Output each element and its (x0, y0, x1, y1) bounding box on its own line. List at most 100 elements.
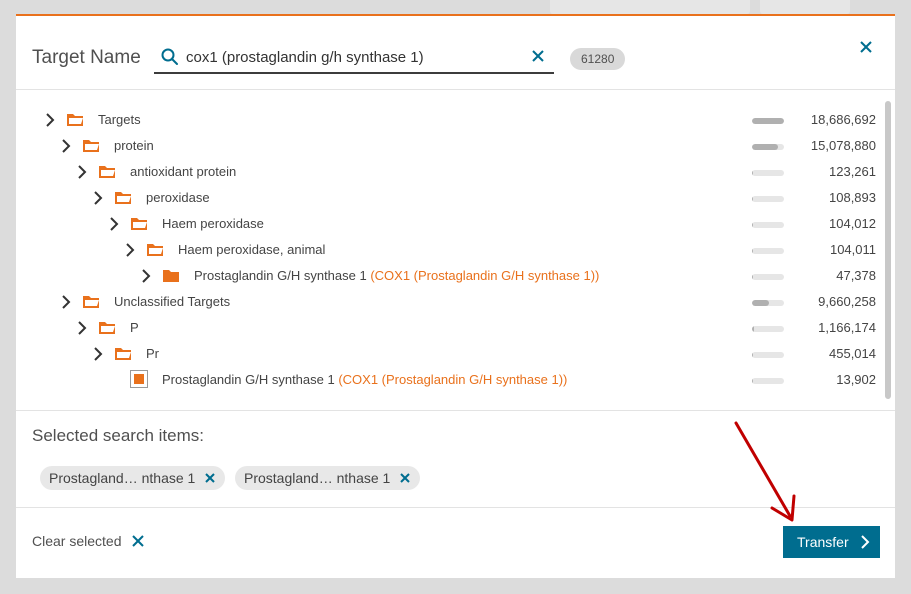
count-bar-fill (752, 326, 754, 332)
tree-row[interactable]: Pr 455,014 (16, 341, 886, 367)
transfer-button[interactable]: Transfer (783, 526, 880, 558)
chevron-right-icon[interactable] (76, 321, 88, 335)
tree-row-label[interactable]: protein (114, 138, 154, 153)
search-icon (161, 48, 178, 65)
tree-row-count: 1,166,174 (818, 320, 876, 335)
chevron-right-icon[interactable] (44, 113, 56, 127)
count-bar-fill (752, 300, 769, 306)
background-tabs (550, 0, 850, 14)
tree-row[interactable]: P 1,166,174 (16, 315, 886, 341)
chevron-right-icon[interactable] (124, 243, 136, 257)
search-input[interactable] (186, 45, 516, 69)
chevron-right-icon[interactable] (108, 217, 120, 231)
tree-row-name: peroxidase (146, 190, 210, 205)
remove-chip-icon[interactable] (399, 472, 411, 484)
tree-row-name: Pr (146, 346, 159, 361)
tree-row-label[interactable]: peroxidase (146, 190, 210, 205)
transfer-button-label: Transfer (797, 534, 849, 550)
count-bar (752, 326, 784, 332)
dialog-footer: Clear selected Transfer (16, 509, 895, 580)
folder-open-icon (131, 218, 147, 230)
count-bar-fill (752, 196, 753, 202)
chevron-right-icon[interactable] (60, 295, 72, 309)
dialog-header: Target Name 61280 (16, 16, 895, 90)
tree-row-label[interactable]: antioxidant protein (130, 164, 236, 179)
clear-selected-link[interactable]: Clear selected (32, 533, 122, 549)
tree-row-label[interactable]: Haem peroxidase (162, 216, 264, 231)
remove-chip-icon[interactable] (204, 472, 216, 484)
tree-row-label[interactable]: P (130, 320, 139, 335)
selected-chip-label: Prostagland… nthase 1 (49, 470, 196, 486)
chevron-right-icon[interactable] (140, 269, 152, 283)
tree-row[interactable]: Unclassified Targets 9,660,258 (16, 289, 886, 315)
selected-items-title: Selected search items: (32, 426, 204, 445)
folder-open-icon (67, 114, 83, 126)
folder-open-icon (83, 296, 99, 308)
tree-row-label[interactable]: Haem peroxidase, animal (178, 242, 325, 257)
count-bar (752, 196, 784, 202)
tree-row-count: 104,012 (829, 216, 876, 231)
count-bar-fill (752, 378, 753, 384)
tree-row-name: Prostaglandin G/H synthase 1 (162, 372, 339, 387)
count-bar-fill (752, 118, 784, 124)
count-bar (752, 170, 784, 176)
tree-row-label[interactable]: Unclassified Targets (114, 294, 230, 309)
target-name-dialog: Target Name 61280 Targets 18,686,692 prote… (16, 14, 895, 578)
count-bar (752, 118, 784, 124)
chevron-right-icon[interactable] (76, 165, 88, 179)
selected-items-section: Selected search items: Prostagland… ntha… (16, 412, 895, 508)
tree-row[interactable]: Targets 18,686,692 (16, 107, 886, 133)
clear-selected-icon[interactable] (132, 535, 144, 547)
count-bar (752, 352, 784, 358)
tree-row-count: 455,014 (829, 346, 876, 361)
tree-row-count: 9,660,258 (818, 294, 876, 309)
count-bar (752, 222, 784, 228)
tree-row-label[interactable]: Prostaglandin G/H synthase 1 (COX1 (Pros… (194, 268, 599, 283)
tree-row-count: 15,078,880 (810, 138, 876, 153)
selected-chip: Prostagland… nthase 1 (235, 466, 421, 490)
result-count-badge: 61280 (570, 48, 626, 70)
tree-row[interactable]: Prostaglandin G/H synthase 1 (COX1 (Pros… (16, 367, 886, 393)
tree-row[interactable]: peroxidase 108,893 (16, 185, 886, 211)
tree-row[interactable]: protein 15,078,880 (16, 133, 886, 159)
tree-row[interactable]: antioxidant protein 123,261 (16, 159, 886, 185)
tree-row[interactable]: Haem peroxidase 104,012 (16, 211, 886, 237)
count-bar (752, 300, 784, 306)
selected-chip: Prostagland… nthase 1 (40, 466, 226, 490)
chevron-right-icon[interactable] (92, 191, 104, 205)
tree-row[interactable]: Haem peroxidase, animal 104,011 (16, 237, 886, 263)
tree-row-name: Targets (98, 112, 141, 127)
tree-row-count: 18,686,692 (810, 112, 876, 127)
count-bar-fill (752, 248, 753, 254)
folder-open-icon (147, 244, 163, 256)
tree-row-synonym: (COX1 (Prostaglandin G/H synthase 1)) (338, 372, 568, 387)
tree-row-name: antioxidant protein (130, 164, 237, 179)
folder-open-icon (115, 348, 131, 360)
tree-row-count: 108,893 (829, 190, 876, 205)
count-bar-fill (752, 222, 753, 228)
chevron-right-icon[interactable] (60, 139, 72, 153)
count-bar-fill (752, 352, 753, 358)
tree-row-label[interactable]: Prostaglandin G/H synthase 1 (COX1 (Pros… (162, 372, 567, 387)
tree-row-count: 13,902 (836, 372, 876, 387)
tree-row[interactable]: Prostaglandin G/H synthase 1 (COX1 (Pros… (16, 263, 886, 289)
tree-row-name: Haem peroxidase, animal (178, 242, 326, 257)
tree-row-count: 47,378 (836, 268, 876, 283)
count-bar (752, 378, 784, 384)
tree-row-count: 104,011 (829, 242, 876, 257)
tree-row-label[interactable]: Pr (146, 346, 159, 361)
target-tree: Targets 18,686,692 protein 15,078,880 antiox… (16, 91, 895, 411)
folder-open-icon (99, 166, 115, 178)
tree-row-label[interactable]: Targets (98, 112, 141, 127)
clear-search-icon[interactable] (530, 48, 546, 64)
search-field[interactable] (154, 42, 554, 74)
tree-row-name: P (130, 320, 139, 335)
count-bar (752, 274, 784, 280)
checkbox-checked[interactable] (130, 370, 148, 388)
folder-open-icon (115, 192, 131, 204)
close-icon[interactable] (859, 40, 873, 54)
folder-open-icon (99, 322, 115, 334)
folder-icon (163, 270, 179, 282)
chevron-right-icon[interactable] (92, 347, 104, 361)
count-bar (752, 248, 784, 254)
